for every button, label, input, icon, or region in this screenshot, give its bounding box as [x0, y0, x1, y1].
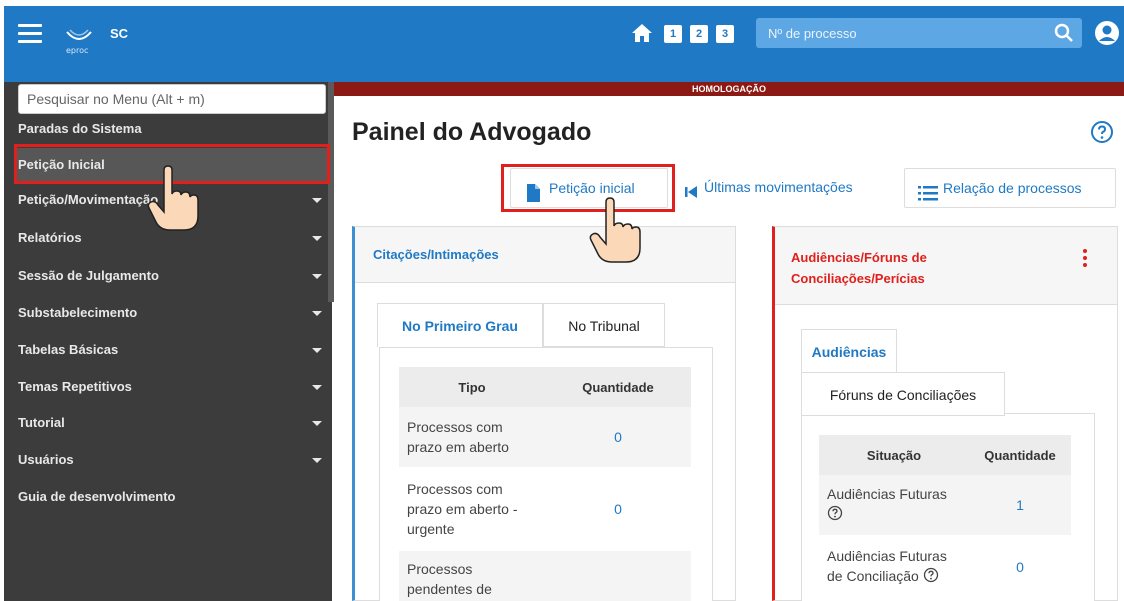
table-row: Processos com prazo em aberto - urgente …	[399, 467, 691, 551]
sidebar-item-label: Usuários	[18, 452, 74, 467]
caret-down-icon	[312, 236, 322, 241]
row-tipo: Processos com prazo em aberto	[399, 407, 545, 467]
row-quantidade-link[interactable]: 0	[969, 535, 1071, 599]
process-number-input[interactable]	[756, 18, 1046, 48]
card-title: Citações/Intimações	[373, 247, 499, 262]
help-icon[interactable]	[827, 505, 843, 526]
user-account-icon[interactable]	[1094, 20, 1120, 46]
card-header: Citações/Intimações	[355, 227, 735, 283]
shortcut-3-button[interactable]: 3	[716, 25, 734, 43]
sidebar-item-label: Substabelecimento	[18, 305, 138, 320]
sidebar-item-label: Guia de desenvolvimento	[18, 489, 176, 504]
row-situacao: Audiências Futuras de Conciliação	[819, 535, 969, 599]
caret-down-icon	[312, 348, 322, 353]
environment-banner: HOMOLOGAÇÃO	[334, 82, 1124, 96]
row-tipo: Processos pendentes de	[399, 551, 545, 601]
sidebar-item-label: Tutorial	[18, 415, 65, 430]
relacao-processos-label: Relação de processos	[943, 180, 1082, 196]
column-header-quantidade: Quantidade	[545, 367, 691, 407]
row-tipo: Processos com prazo em aberto - urgente	[399, 467, 545, 551]
sidebar-item-label: Sessão de Julgamento	[18, 268, 159, 283]
sidebar-item-sessao-julgamento[interactable]: Sessão de Julgamento	[14, 259, 330, 293]
row-quantidade-link[interactable]: 0	[545, 407, 691, 467]
ultimas-movimentacoes-label: Últimas movimentações	[704, 179, 853, 195]
table-row: Audiências Futuras 1	[819, 475, 1071, 535]
shortcut-1-button[interactable]: 1	[664, 25, 682, 43]
card-header: Audiências/Fóruns de Conciliações/Períci…	[775, 227, 1117, 305]
row-situacao: Audiências Futuras	[819, 475, 969, 535]
citacoes-card: Citações/Intimações No Primeiro Grau No …	[352, 226, 736, 601]
caret-down-icon	[312, 198, 322, 203]
logo-text: eproc	[66, 46, 89, 55]
column-header-situacao: Situação	[819, 435, 969, 475]
sidebar-item-paradas[interactable]: Paradas do Sistema	[14, 112, 330, 146]
list-icon	[917, 179, 938, 201]
tab-primeiro-grau[interactable]: No Primeiro Grau	[377, 303, 543, 347]
column-header-quantidade: Quantidade	[969, 435, 1071, 475]
sidebar-item-guia-desenvolvimento[interactable]: Guia de desenvolvimento	[14, 480, 330, 514]
shortcut-2-button[interactable]: 2	[690, 25, 708, 43]
skip-back-icon	[682, 178, 702, 198]
citacoes-table: Tipo Quantidade Processos com prazo em a…	[399, 367, 691, 601]
caret-down-icon	[312, 421, 322, 426]
help-icon[interactable]	[923, 567, 939, 588]
region-label: SC	[110, 26, 129, 41]
table-row: Processos pendentes de	[399, 551, 691, 601]
hand-pointer-icon	[146, 164, 202, 234]
page-title: Painel do Advogado	[352, 118, 592, 146]
ultimas-movimentacoes-button[interactable]: Últimas movimentações	[676, 168, 898, 208]
more-options-icon[interactable]	[1083, 249, 1089, 269]
table-row: Processos com prazo em aberto 0	[399, 407, 691, 467]
sidebar-item-temas-repetitivos[interactable]: Temas Repetitivos	[14, 370, 330, 404]
sidebar-item-tutorial[interactable]: Tutorial	[14, 406, 330, 440]
process-search	[756, 18, 1082, 48]
relacao-processos-button[interactable]: Relação de processos	[904, 168, 1116, 208]
audiencias-card: Audiências/Fóruns de Conciliações/Períci…	[772, 226, 1118, 601]
column-header-tipo: Tipo	[399, 367, 545, 407]
sidebar-item-label: Relatórios	[18, 230, 82, 245]
caret-down-icon	[312, 311, 322, 316]
row-quantidade-link[interactable]	[545, 551, 691, 601]
sidebar-item-label: Temas Repetitivos	[18, 379, 132, 394]
top-bar: eproc SC 1 2 3	[4, 6, 1124, 82]
hand-pointer-icon	[588, 196, 644, 266]
hamburger-menu-icon[interactable]	[18, 24, 42, 44]
tab-audiencias[interactable]: Audiências	[801, 329, 897, 373]
caret-down-icon	[312, 458, 322, 463]
search-icon[interactable]	[1054, 23, 1074, 43]
table-row: Audiências Futuras de Conciliação 0	[819, 535, 1071, 599]
row-quantidade-link[interactable]: 1	[969, 475, 1071, 535]
sidebar-item-label: Tabelas Básicas	[18, 342, 119, 357]
sidebar-item-label: Paradas do Sistema	[18, 121, 142, 136]
row-quantidade-link[interactable]: 0	[545, 467, 691, 551]
tab-tribunal[interactable]: No Tribunal	[543, 303, 665, 347]
tab-foruns-conciliacoes[interactable]: Fóruns de Conciliações	[801, 372, 1005, 416]
sidebar-item-tabelas-basicas[interactable]: Tabelas Básicas	[14, 333, 330, 367]
caret-down-icon	[312, 274, 322, 279]
sidebar-item-label: Petição/Movimentação	[18, 192, 159, 207]
menu-search-input[interactable]	[18, 84, 326, 114]
card-title: Audiências/Fóruns de Conciliações/Períci…	[791, 250, 927, 286]
caret-down-icon	[312, 385, 322, 390]
home-icon[interactable]	[630, 21, 654, 45]
row-situacao-label: Audiências Futuras	[827, 486, 947, 503]
sidebar-item-substabelecimento[interactable]: Substabelecimento	[14, 296, 330, 330]
sidebar-item-usuarios[interactable]: Usuários	[14, 443, 330, 477]
audiencias-table: Situação Quantidade Audiências Futuras 1…	[819, 435, 1071, 599]
help-icon[interactable]	[1090, 120, 1114, 144]
